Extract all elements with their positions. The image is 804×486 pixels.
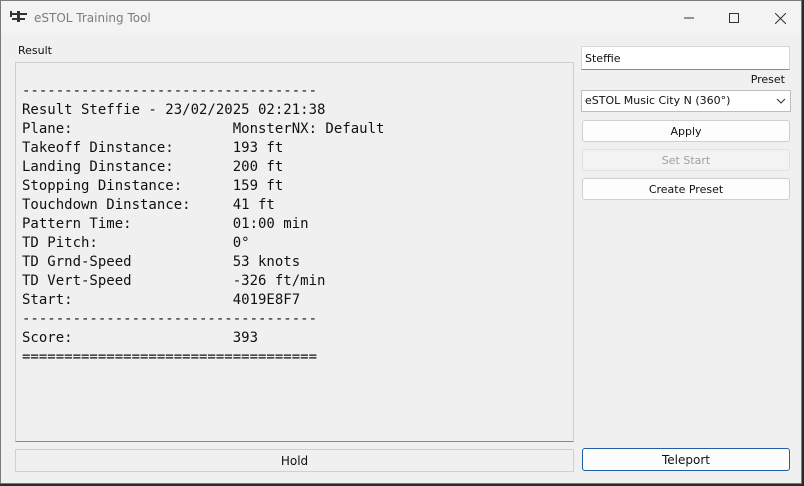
preset-dropdown[interactable]: eSTOL Music City N (360°) <box>581 90 791 112</box>
result-text: ----------------------------------- Resu… <box>22 83 385 365</box>
window-title: eSTOL Training Tool <box>34 11 151 25</box>
teleport-button[interactable]: Teleport <box>582 448 790 471</box>
result-label: Result <box>18 44 52 57</box>
apply-button[interactable]: Apply <box>582 120 790 142</box>
minimize-button[interactable] <box>666 1 712 35</box>
preset-label: Preset <box>750 73 785 86</box>
maximize-button[interactable] <box>711 1 757 35</box>
close-icon <box>774 12 786 24</box>
create-preset-button[interactable]: Create Preset <box>582 178 790 200</box>
close-button[interactable] <box>757 1 803 35</box>
preset-selected-value: eSTOL Music City N (360°) <box>585 94 731 107</box>
set-start-button[interactable]: Set Start <box>582 149 790 171</box>
result-textbox[interactable]: ----------------------------------- Resu… <box>15 62 574 442</box>
app-window: eSTOL Training Tool Result -------------… <box>0 0 802 484</box>
title-bar[interactable]: eSTOL Training Tool <box>1 1 801 35</box>
hold-button[interactable]: Hold <box>15 449 574 472</box>
plane-icon <box>10 11 27 22</box>
minimize-icon <box>684 17 694 19</box>
chevron-down-icon <box>776 98 786 104</box>
name-input[interactable] <box>581 46 790 70</box>
maximize-icon <box>729 13 739 23</box>
